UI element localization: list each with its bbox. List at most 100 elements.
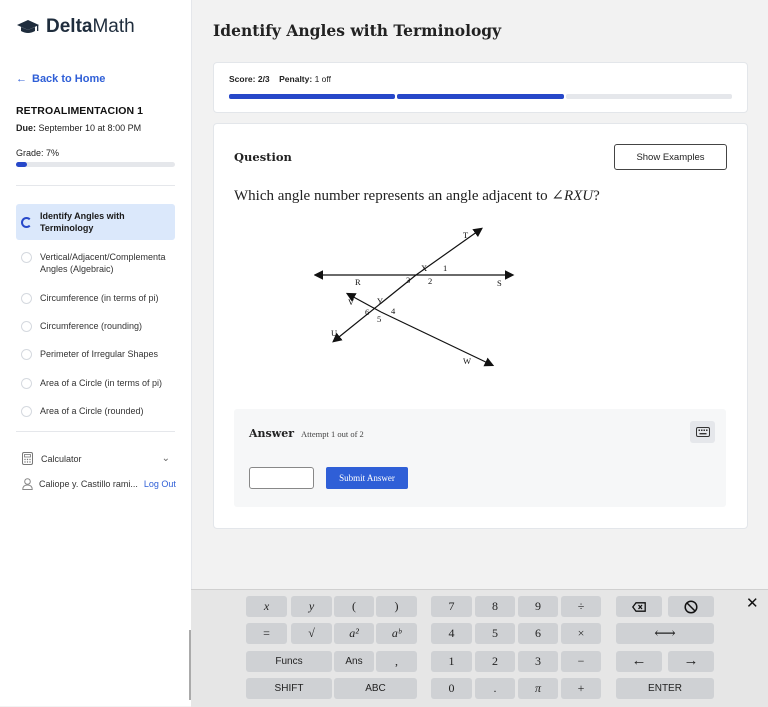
key-abc[interactable]: ABC: [334, 678, 417, 699]
key-ans[interactable]: Ans: [334, 651, 374, 672]
key-equals[interactable]: =: [246, 623, 287, 644]
label-S: S: [497, 278, 502, 288]
key-8[interactable]: 8: [475, 596, 515, 617]
show-examples-button[interactable]: Show Examples: [614, 144, 727, 170]
calculator-label: Calculator: [41, 453, 82, 464]
key-open-paren[interactable]: (: [334, 596, 374, 617]
key-9[interactable]: 9: [518, 596, 558, 617]
task-label: Perimeter of Irregular Shapes: [40, 349, 159, 359]
key-right-arrow[interactable]: →: [668, 651, 714, 672]
label-X: X: [421, 263, 427, 273]
key-x[interactable]: x: [246, 596, 287, 617]
key-decimal[interactable]: .: [475, 678, 515, 699]
score-progress: [229, 94, 732, 99]
assignment-title: RETROALIMENTACION 1: [16, 105, 144, 117]
key-y[interactable]: y: [291, 596, 332, 617]
key-6[interactable]: 6: [518, 623, 558, 644]
angle-diagram: T R S X V Y U W 1 2 3 4 5 6: [314, 227, 515, 367]
math-keypad: x y ( ) = √ a² aᵇ Funcs Ans , SHIFT ABC …: [191, 589, 768, 707]
key-left-arrow[interactable]: ←: [616, 651, 662, 672]
grade-progress-bar: [16, 162, 175, 167]
key-backspace[interactable]: [616, 596, 662, 617]
key-divide[interactable]: ÷: [561, 596, 601, 617]
key-pi[interactable]: π: [518, 678, 558, 699]
label-U: U: [331, 328, 337, 338]
key-3[interactable]: 3: [518, 651, 558, 672]
circle-icon: [21, 293, 32, 304]
task-area-pi[interactable]: Area of a Circle (in terms of pi): [16, 377, 175, 389]
backspace-icon: [632, 601, 646, 612]
task-vertical-adjacent[interactable]: Vertical/Adjacent/Complementa Angles (Al…: [16, 251, 175, 275]
label-6: 6: [365, 307, 369, 317]
label-T: T: [463, 230, 469, 240]
key-left-right[interactable]: ⟷: [616, 623, 714, 644]
circle-icon: [21, 378, 32, 389]
label-3: 3: [406, 275, 410, 285]
answer-panel: Answer Attempt 1 out of 2 Submit Answer: [234, 409, 726, 507]
label-R: R: [355, 277, 361, 287]
answer-input[interactable]: [249, 467, 314, 489]
key-comma[interactable]: ,: [376, 651, 417, 672]
due-date: Due: September 10 at 8:00 PM: [16, 123, 142, 133]
question-label: Question: [234, 150, 292, 164]
key-clear[interactable]: [668, 596, 714, 617]
task-perimeter[interactable]: Perimeter of Irregular Shapes: [16, 348, 175, 360]
circle-icon: [21, 406, 32, 417]
graduation-cap-icon: [17, 20, 39, 33]
user-row: Caliope y. Castillo rami... Log Out: [22, 478, 176, 490]
key-1[interactable]: 1: [431, 651, 472, 672]
grade-text: Grade: 7%: [16, 148, 60, 158]
key-close-paren[interactable]: ): [376, 596, 417, 617]
question-card: Question Show Examples Which angle numbe…: [213, 123, 748, 529]
key-multiply[interactable]: ×: [561, 623, 601, 644]
key-4[interactable]: 4: [431, 623, 472, 644]
key-shift[interactable]: SHIFT: [246, 678, 332, 699]
task-label: Vertical/Adjacent/Complementa Angles (Al…: [40, 252, 166, 274]
key-plus[interactable]: +: [561, 678, 601, 699]
label-2: 2: [428, 276, 432, 286]
user-name: Caliope y. Castillo rami...: [39, 479, 138, 489]
score-text: Score: 2/3 Penalty: 1 off: [229, 74, 331, 84]
task-area-rounded[interactable]: Area of a Circle (rounded): [16, 405, 175, 417]
label-1: 1: [443, 263, 447, 273]
brand-name: DeltaMath: [46, 16, 135, 37]
key-minus[interactable]: −: [561, 651, 601, 672]
task-circumference-pi[interactable]: Circumference (in terms of pi): [16, 292, 175, 304]
submit-answer-button[interactable]: Submit Answer: [326, 467, 408, 489]
no-entry-icon: [684, 599, 698, 614]
deltamath-logo[interactable]: DeltaMath: [16, 16, 135, 38]
task-label: Circumference (rounding): [40, 321, 143, 331]
label-V: V: [348, 297, 355, 307]
circle-icon: [21, 252, 32, 263]
task-label: Area of a Circle (rounded): [40, 406, 144, 416]
keyboard-icon: [695, 427, 710, 437]
progress-segment: [397, 94, 564, 99]
close-keypad-icon[interactable]: ✕: [746, 594, 759, 612]
key-square[interactable]: a²: [334, 623, 374, 644]
key-0[interactable]: 0: [431, 678, 472, 699]
key-5[interactable]: 5: [475, 623, 515, 644]
calculator-toggle[interactable]: Calculator ⌄: [22, 452, 170, 465]
label-Y: Y: [377, 296, 383, 306]
label-5: 5: [377, 314, 381, 324]
key-enter[interactable]: ENTER: [616, 678, 714, 699]
task-label: Area of a Circle (in terms of pi): [40, 378, 163, 388]
divider: [16, 431, 175, 432]
question-text: Which angle number represents an angle a…: [234, 188, 600, 204]
back-to-home-link[interactable]: ← Back to Home: [16, 73, 105, 85]
task-identify-angles[interactable]: Identify Angles with Terminology: [16, 204, 175, 240]
arrow-left-icon: ←: [16, 73, 27, 85]
progress-ring-icon: [21, 217, 32, 228]
score-card: Score: 2/3 Penalty: 1 off: [213, 62, 748, 113]
task-circumference-rounding[interactable]: Circumference (rounding): [16, 320, 175, 332]
sidebar: DeltaMath ← Back to Home RETROALIMENTACI…: [0, 0, 192, 706]
key-power[interactable]: aᵇ: [376, 623, 417, 644]
logout-link[interactable]: Log Out: [144, 479, 176, 489]
user-icon: [22, 478, 33, 490]
key-7[interactable]: 7: [431, 596, 472, 617]
key-sqrt[interactable]: √: [291, 623, 332, 644]
key-2[interactable]: 2: [475, 651, 515, 672]
keyboard-toggle-button[interactable]: [690, 421, 715, 443]
answer-label: Answer: [249, 427, 294, 440]
key-funcs[interactable]: Funcs: [246, 651, 332, 672]
